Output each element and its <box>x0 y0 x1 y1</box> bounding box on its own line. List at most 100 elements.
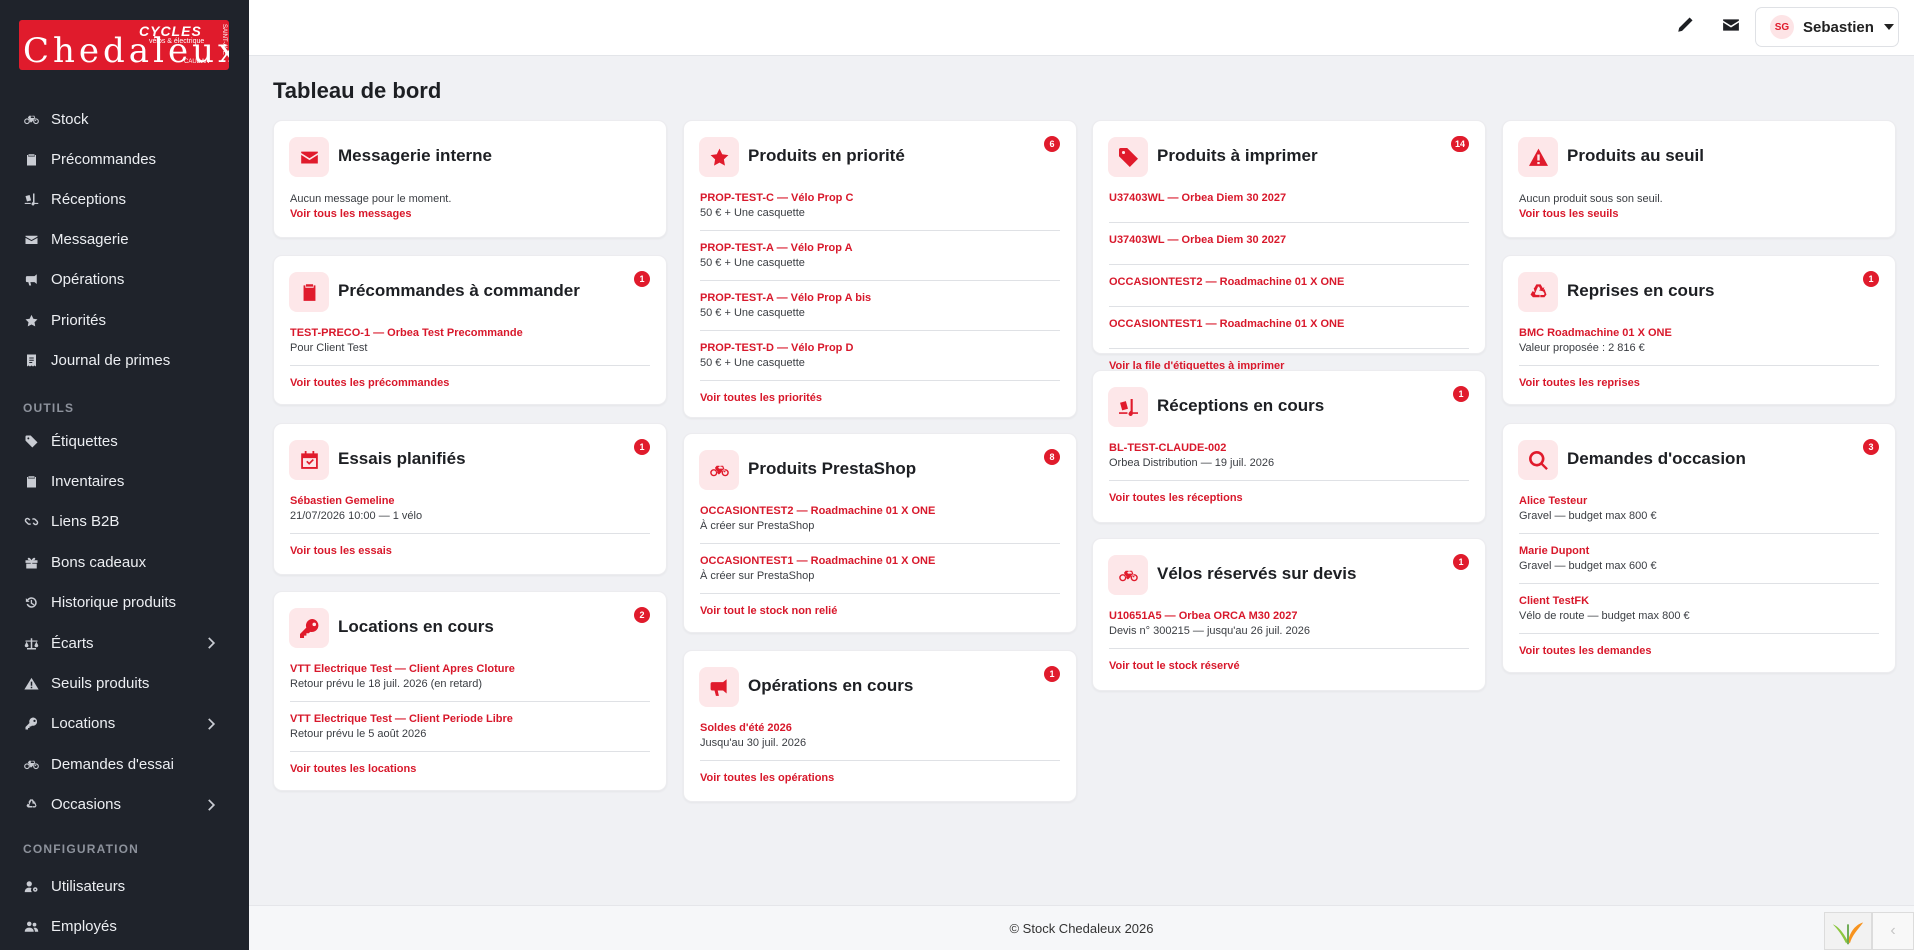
item-subtitle: Retour prévu le 5 août 2026 <box>290 728 427 740</box>
list-item[interactable]: BMC Roadmachine 01 X ONE Valeur proposée … <box>1519 326 1879 366</box>
card-essais: Essais planifiés 1 Sébastien Gemeline 21/… <box>273 423 667 575</box>
item-subtitle: Valeur proposée : 2 816 € <box>1519 342 1645 354</box>
see-all-link[interactable]: Voir toutes les réceptions <box>1109 491 1469 506</box>
list-item[interactable]: U10651A5 — Orbea ORCA M30 2027 Devis n° 3… <box>1109 609 1469 649</box>
item-title-link[interactable]: U10651A5 — Orbea ORCA M30 2027 <box>1109 609 1469 624</box>
item-title-link[interactable]: U37403WL — Orbea Diem 30 2027 <box>1109 233 1469 248</box>
sidebar-item-historique-produits[interactable]: Historique produits <box>0 585 249 621</box>
sidebar-item-occasions[interactable]: Occasions <box>0 787 249 823</box>
user-menu[interactable]: SG Sebastien <box>1755 7 1899 47</box>
list-item[interactable]: VTT Electrique Test — Client Periode Lib… <box>290 712 650 752</box>
chevron-right-icon[interactable] <box>205 717 219 731</box>
sidebar-item-messagerie[interactable]: Messagerie <box>0 222 249 258</box>
pencil-icon[interactable] <box>1675 15 1695 35</box>
item-title-link[interactable]: VTT Electrique Test — Client Apres Clotu… <box>290 662 650 677</box>
envelope-icon[interactable] <box>1721 15 1741 35</box>
sidebar-item-journal-de-primes[interactable]: Journal de primes <box>0 342 249 378</box>
sidebar-item-seuils-produits[interactable]: Seuils produits <box>0 665 249 701</box>
sidebar-item-r-ceptions[interactable]: Réceptions <box>0 181 249 217</box>
sidebar-item-locations[interactable]: Locations <box>0 706 249 742</box>
list-item[interactable]: OCCASIONTEST2 — Roadmachine 01 X ONE <box>1109 275 1469 307</box>
item-title-link[interactable]: Client TestFK <box>1519 594 1879 609</box>
see-all-link[interactable]: Voir toutes les reprises <box>1519 376 1879 391</box>
item-title-link[interactable]: OCCASIONTEST2 — Roadmachine 01 X ONE <box>700 504 1060 519</box>
see-all-link[interactable]: Voir toutes les précommandes <box>290 376 650 391</box>
list-item[interactable]: U37403WL — Orbea Diem 30 2027 <box>1109 233 1469 265</box>
list-item[interactable]: OCCASIONTEST1 — Roadmachine 01 X ONE À cr… <box>700 554 1060 594</box>
item-title-link[interactable]: PROP-TEST-D — Vélo Prop D <box>700 341 1060 356</box>
empty-message: Aucun produit sous son seuil. <box>1519 193 1663 205</box>
see-all-link[interactable]: Voir tous les essais <box>290 544 650 559</box>
sidebar-item-stock[interactable]: Stock <box>0 101 249 137</box>
section-label-configuration: CONFIGURATION <box>23 842 140 856</box>
avatar: SG <box>1770 15 1794 39</box>
card-list: Alice Testeur Gravel — budget max 800 € Ma… <box>1519 494 1879 659</box>
item-title-link[interactable]: Alice Testeur <box>1519 494 1879 509</box>
sidebar-item-bons-cadeaux[interactable]: Bons cadeaux <box>0 544 249 580</box>
list-item[interactable]: PROP-TEST-A — Vélo Prop A bis 50 € + Une … <box>700 291 1060 331</box>
count-badge: 1 <box>1863 271 1879 287</box>
card-list: BL-TEST-CLAUDE-002 Orbea Distribution — 1… <box>1109 441 1469 506</box>
item-title-link[interactable]: VTT Electrique Test — Client Periode Lib… <box>290 712 650 727</box>
item-title-link[interactable]: Marie Dupont <box>1519 544 1879 559</box>
debug-toolbar-logo[interactable] <box>1824 912 1872 950</box>
list-item[interactable]: BL-TEST-CLAUDE-002 Orbea Distribution — 1… <box>1109 441 1469 481</box>
see-all-link[interactable]: Voir toutes les opérations <box>700 771 1060 786</box>
item-subtitle: 21/07/2026 10:00 — 1 vélo <box>290 510 423 522</box>
sidebar-item-op-rations[interactable]: Opérations <box>0 262 249 298</box>
item-title-link[interactable]: Soldes d'été 2026 <box>700 721 1060 736</box>
envelope-icon <box>22 231 40 249</box>
sidebar-item--carts[interactable]: Écarts <box>0 625 249 661</box>
item-subtitle: Jusqu'au 30 juil. 2026 <box>700 737 807 749</box>
chevron-right-icon[interactable] <box>205 798 219 812</box>
item-title-link[interactable]: BL-TEST-CLAUDE-002 <box>1109 441 1469 456</box>
see-all-link[interactable]: Voir toutes les priorités <box>700 391 1060 406</box>
item-title-link[interactable]: BMC Roadmachine 01 X ONE <box>1519 326 1879 341</box>
item-title-link[interactable]: PROP-TEST-C — Vélo Prop C <box>700 191 1060 206</box>
list-item[interactable]: Client TestFK Vélo de route — budget max … <box>1519 594 1879 634</box>
list-item[interactable]: U37403WL — Orbea Diem 30 2027 <box>1109 191 1469 223</box>
sidebar-item-demandes-d-essai[interactable]: Demandes d'essai <box>0 746 249 782</box>
card-messagerie: Messagerie interne Aucun message pour le… <box>273 120 667 238</box>
item-title-link[interactable]: PROP-TEST-A — Vélo Prop A <box>700 241 1060 256</box>
list-item[interactable]: VTT Electrique Test — Client Apres Clotu… <box>290 662 650 702</box>
list-item[interactable]: PROP-TEST-D — Vélo Prop D 50 € + Une casq… <box>700 341 1060 381</box>
sidebar-item-pr-commandes[interactable]: Précommandes <box>0 141 249 177</box>
list-item[interactable]: TEST-PRECO-1 — Orbea Test Precommande Pou… <box>290 326 650 366</box>
item-title-link[interactable]: OCCASIONTEST2 — Roadmachine 01 X ONE <box>1109 275 1469 290</box>
see-all-link[interactable]: Voir tous les messages <box>290 207 650 222</box>
see-all-link[interactable]: Voir tous les seuils <box>1519 207 1879 222</box>
item-title-link[interactable]: OCCASIONTEST1 — Roadmachine 01 X ONE <box>1109 317 1469 332</box>
item-title-link[interactable]: PROP-TEST-A — Vélo Prop A bis <box>700 291 1060 306</box>
sidebar-item-inventaires[interactable]: Inventaires <box>0 463 249 499</box>
chevron-left-icon[interactable]: ‹ <box>1872 912 1914 950</box>
list-item[interactable]: PROP-TEST-C — Vélo Prop C 50 € + Une casq… <box>700 191 1060 231</box>
see-all-link[interactable]: Voir tout le stock non relié <box>700 604 1060 619</box>
item-title-link[interactable]: OCCASIONTEST1 — Roadmachine 01 X ONE <box>700 554 1060 569</box>
item-title-link[interactable]: TEST-PRECO-1 — Orbea Test Precommande <box>290 326 650 341</box>
item-title-link[interactable]: Sébastien Gemeline <box>290 494 650 509</box>
bicycle-icon <box>699 450 739 490</box>
list-item[interactable]: Soldes d'été 2026 Jusqu'au 30 juil. 2026 <box>700 721 1060 761</box>
sidebar-item-label: Écarts <box>51 634 94 652</box>
list-item[interactable]: OCCASIONTEST2 — Roadmachine 01 X ONE À cr… <box>700 504 1060 544</box>
see-all-link[interactable]: Voir toutes les demandes <box>1519 644 1879 659</box>
sidebar-item-employ-s[interactable]: Employés <box>0 908 249 944</box>
see-all-link[interactable]: Voir toutes les locations <box>290 762 650 777</box>
sidebar-item-utilisateurs[interactable]: Utilisateurs <box>0 868 249 904</box>
sidebar-item-label: Occasions <box>51 796 122 814</box>
list-item[interactable]: Marie Dupont Gravel — budget max 600 € <box>1519 544 1879 584</box>
see-all-link[interactable]: Voir tout le stock réservé <box>1109 659 1469 674</box>
brand-logo[interactable]: CYCLES vélos & électrique Chedaleux CAUD… <box>19 20 229 70</box>
count-badge: 6 <box>1044 136 1060 152</box>
chevron-right-icon[interactable] <box>205 636 219 650</box>
list-item[interactable]: OCCASIONTEST1 — Roadmachine 01 X ONE <box>1109 317 1469 349</box>
sidebar-item-priorit-s[interactable]: Priorités <box>0 302 249 338</box>
sidebar-item--tiquettes[interactable]: Étiquettes <box>0 423 249 459</box>
item-title-link[interactable]: U37403WL — Orbea Diem 30 2027 <box>1109 191 1469 206</box>
list-item[interactable]: Sébastien Gemeline 21/07/2026 10:00 — 1 v… <box>290 494 650 534</box>
sidebar-item-liens-b2b[interactable]: Liens B2B <box>0 504 249 540</box>
list-item[interactable]: Alice Testeur Gravel — budget max 800 € <box>1519 494 1879 534</box>
count-badge: 1 <box>1453 386 1469 402</box>
list-item[interactable]: PROP-TEST-A — Vélo Prop A 50 € + Une casq… <box>700 241 1060 281</box>
